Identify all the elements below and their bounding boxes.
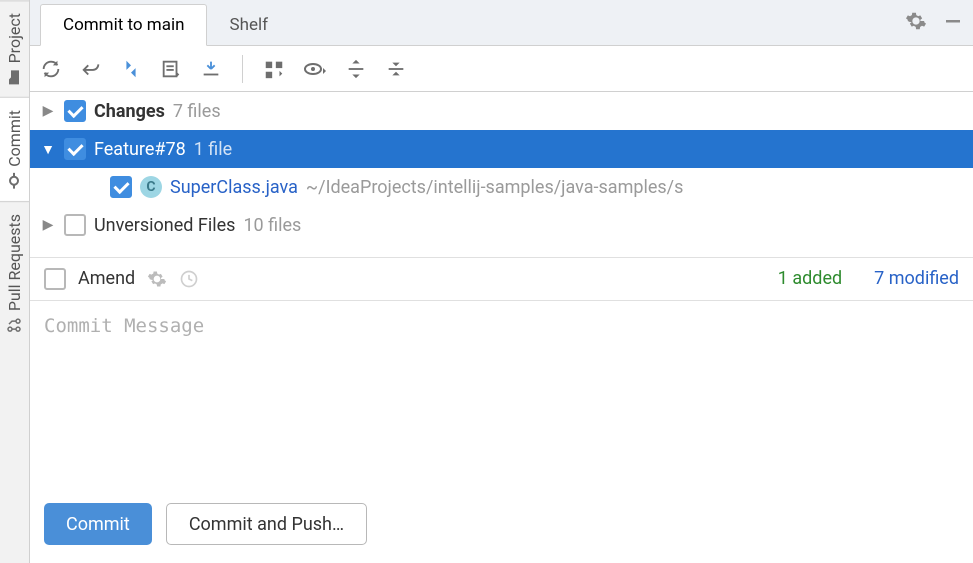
commit-message-placeholder: Commit Message — [44, 315, 959, 337]
node-count: 1 file — [194, 139, 232, 160]
amend-checkbox[interactable] — [44, 268, 66, 290]
button-row: Commit Commit and Push… — [30, 493, 973, 563]
eye-icon — [303, 58, 327, 80]
checkbox-feature[interactable] — [64, 138, 86, 160]
added-count: 1 added — [778, 268, 842, 289]
refresh-icon — [40, 58, 62, 80]
checkbox-unversioned[interactable] — [64, 214, 86, 236]
expand-icon — [345, 58, 367, 80]
checkbox-changes[interactable] — [64, 100, 86, 122]
tree-node-file[interactable]: C SuperClass.java ~/IdeaProjects/intelli… — [30, 168, 973, 206]
sidebar-tab-project[interactable]: Project — [0, 0, 29, 97]
commit-options-button[interactable] — [147, 269, 167, 289]
checkbox-file[interactable] — [110, 176, 132, 198]
tab-shelf[interactable]: Shelf — [207, 5, 290, 45]
refresh-button[interactable] — [40, 58, 62, 80]
rollback-icon — [80, 58, 102, 80]
folder-icon — [7, 69, 23, 85]
tree-node-feature[interactable]: ▼ Feature#78 1 file — [30, 130, 973, 168]
message-history-button[interactable] — [179, 269, 199, 289]
collapse-all-button[interactable] — [385, 58, 407, 80]
changelist-button[interactable] — [160, 58, 182, 80]
tab-commit-to-main[interactable]: Commit to main — [40, 4, 207, 46]
commit-and-push-button[interactable]: Commit and Push… — [166, 503, 367, 545]
chevron-right-icon[interactable]: ▶ — [40, 103, 56, 119]
amend-label: Amend — [78, 268, 135, 289]
side-tool-bar: Project Commit Pull Requests — [0, 0, 30, 563]
sidebar-tab-commit[interactable]: Commit — [0, 97, 29, 201]
commit-icon — [7, 173, 23, 189]
history-icon — [179, 269, 199, 289]
group-by-button[interactable] — [263, 58, 285, 80]
tree-node-unversioned[interactable]: ▶ Unversioned Files 10 files — [30, 206, 973, 244]
file-path: ~/IdeaProjects/intellij-samples/java-sam… — [306, 177, 683, 198]
sidebar-tab-pull-requests[interactable]: Pull Requests — [0, 201, 29, 345]
view-options-button[interactable] — [303, 58, 327, 80]
hide-button[interactable] — [943, 11, 963, 31]
node-label: Feature#78 — [94, 139, 186, 160]
collapse-icon — [385, 58, 407, 80]
node-count: 10 files — [243, 215, 301, 236]
sidebar-label: Project — [5, 13, 24, 63]
modified-count: 7 modified — [874, 268, 959, 289]
tab-bar: Commit to main Shelf — [30, 0, 973, 46]
group-icon — [263, 58, 285, 80]
commit-message-input[interactable]: Commit Message — [30, 301, 973, 494]
shelve-icon — [200, 58, 222, 80]
node-label: Unversioned Files — [94, 215, 235, 236]
diff-icon — [120, 58, 142, 80]
amend-row: Amend 1 added 7 modified — [30, 257, 973, 301]
sidebar-label: Pull Requests — [5, 214, 24, 311]
node-label: Changes — [94, 101, 165, 122]
node-count: 7 files — [173, 101, 221, 122]
changes-tree: ▶ Changes 7 files ▼ Feature#78 1 file C … — [30, 92, 973, 257]
chevron-down-icon[interactable]: ▼ — [40, 141, 56, 158]
shelve-button[interactable] — [200, 58, 222, 80]
sidebar-label: Commit — [5, 110, 24, 167]
diff-button[interactable] — [120, 58, 142, 80]
gear-icon — [147, 269, 167, 289]
changelist-icon — [160, 58, 182, 80]
tree-node-changes[interactable]: ▶ Changes 7 files — [30, 92, 973, 130]
settings-button[interactable] — [905, 10, 927, 32]
expand-all-button[interactable] — [345, 58, 367, 80]
rollback-button[interactable] — [80, 58, 102, 80]
pull-request-icon — [7, 317, 23, 333]
chevron-right-icon[interactable]: ▶ — [40, 217, 56, 233]
minimize-icon — [943, 11, 963, 31]
gear-icon — [905, 10, 927, 32]
commit-button[interactable]: Commit — [44, 503, 152, 545]
commit-panel: Commit to main Shelf ▶ Changes 7 files — [30, 0, 973, 563]
commit-toolbar — [30, 46, 973, 92]
toolbar-separator — [242, 55, 243, 83]
class-file-icon: C — [140, 176, 162, 198]
file-name: SuperClass.java — [170, 177, 298, 198]
